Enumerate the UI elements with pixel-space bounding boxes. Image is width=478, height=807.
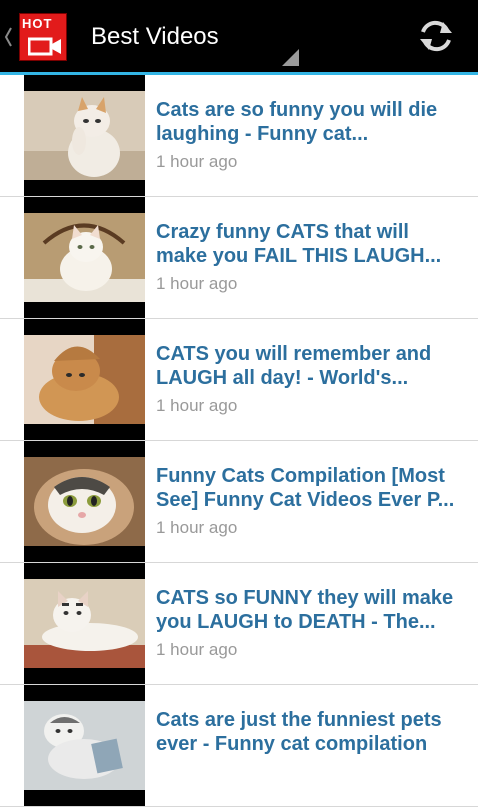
video-timestamp: 1 hour ago [156, 640, 238, 659]
video-timestamp: 1 hour ago [156, 518, 238, 537]
cat-thumbnail-image [24, 579, 145, 668]
cat-thumbnail-image [24, 457, 145, 546]
cat-thumbnail-image [24, 335, 145, 424]
video-list-item[interactable]: Cats are so funny you will die laughing … [0, 75, 478, 197]
chevron-left-icon[interactable] [3, 26, 13, 48]
logo-text: HOT [22, 16, 53, 31]
video-thumbnail[interactable] [24, 75, 145, 196]
app-logo[interactable]: HOT [19, 13, 67, 61]
video-title[interactable]: Cats are just the funniest pets ever - F… [156, 708, 456, 756]
page-title[interactable]: Best Videos [91, 22, 219, 52]
video-title[interactable]: CATS you will remember and LAUGH all day… [156, 342, 456, 390]
video-list-item[interactable]: CATS so FUNNY they will make you LAUGH t… [0, 563, 478, 685]
video-timestamp: 1 hour ago [156, 152, 238, 171]
cat-thumbnail-image [24, 701, 145, 790]
video-camera-icon [28, 37, 61, 56]
video-thumbnail[interactable] [24, 441, 145, 562]
video-thumbnail[interactable] [24, 319, 145, 440]
video-list: Cats are so funny you will die laughing … [0, 75, 478, 807]
video-timestamp: 1 hour ago [156, 274, 238, 293]
video-title[interactable]: Funny Cats Compilation [Most See] Funny … [156, 464, 456, 512]
video-title[interactable]: Cats are so funny you will die laughing … [156, 98, 456, 146]
video-timestamp: 1 hour ago [156, 396, 238, 415]
video-thumbnail[interactable] [24, 197, 145, 318]
action-bar: HOT Best Videos [0, 0, 478, 72]
video-list-item[interactable]: Funny Cats Compilation [Most See] Funny … [0, 441, 478, 563]
cat-thumbnail-image [24, 91, 145, 180]
video-title[interactable]: Crazy funny CATS that will make you FAIL… [156, 220, 456, 268]
spinner-indicator-icon[interactable] [282, 49, 299, 66]
video-thumbnail[interactable] [24, 685, 145, 806]
video-list-item[interactable]: CATS you will remember and LAUGH all day… [0, 319, 478, 441]
refresh-icon[interactable] [414, 14, 458, 58]
cat-thumbnail-image [24, 213, 145, 302]
video-list-item[interactable]: Crazy funny CATS that will make you FAIL… [0, 197, 478, 319]
video-list-item[interactable]: Cats are just the funniest pets ever - F… [0, 685, 478, 807]
video-thumbnail[interactable] [24, 563, 145, 684]
video-title[interactable]: CATS so FUNNY they will make you LAUGH t… [156, 586, 456, 634]
